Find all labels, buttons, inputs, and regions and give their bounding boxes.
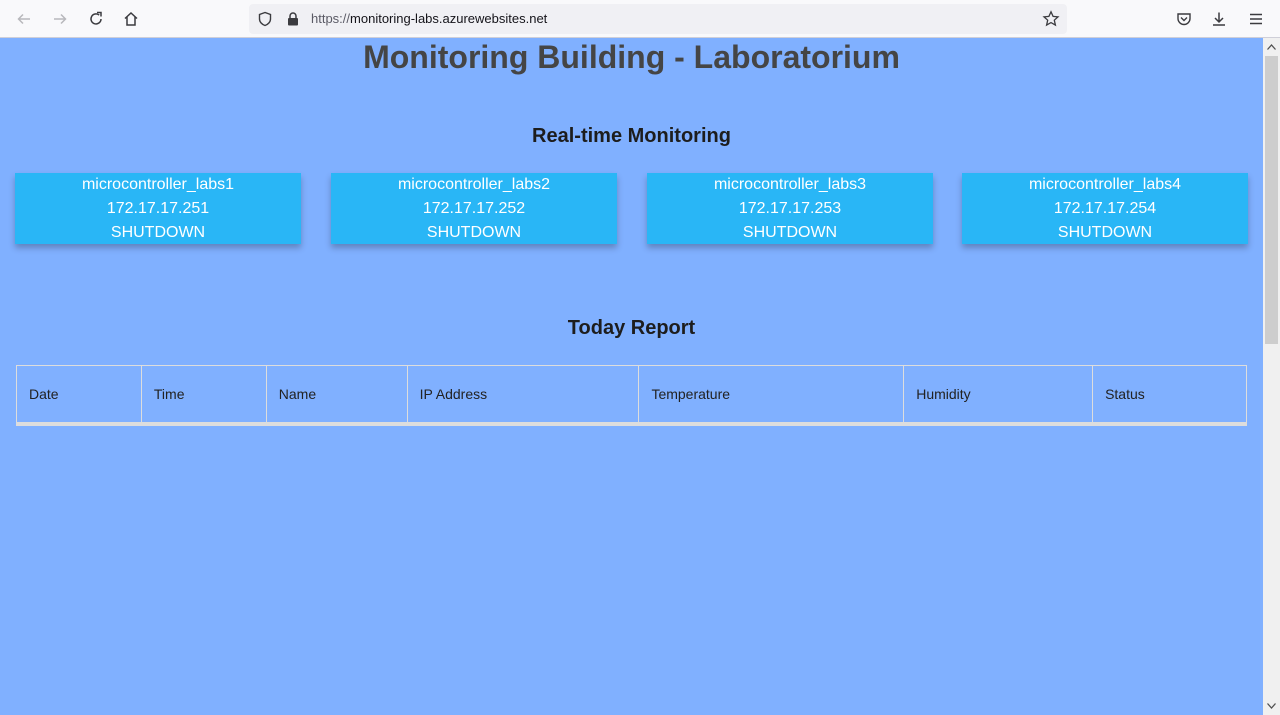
browser-toolbar: https://monitoring-labs.azurewebsites.ne… xyxy=(0,0,1280,38)
device-card: microcontroller_labs2 172.17.17.252 SHUT… xyxy=(331,173,617,244)
lock-icon[interactable] xyxy=(284,10,302,28)
report-header-row: Date Time Name IP Address Temperature Hu… xyxy=(16,365,1247,425)
back-button[interactable] xyxy=(10,5,38,33)
device-status: SHUTDOWN xyxy=(742,224,838,241)
pocket-button[interactable] xyxy=(1170,5,1198,33)
shield-icon[interactable] xyxy=(256,10,274,28)
forward-icon xyxy=(54,13,67,25)
url-host: monitoring-labs.azurewebsites.net xyxy=(350,11,548,26)
download-icon xyxy=(1213,12,1225,26)
device-ip: 172.17.17.252 xyxy=(422,200,526,217)
device-name: microcontroller_labs1 xyxy=(81,176,235,193)
device-name: microcontroller_labs3 xyxy=(713,176,867,193)
column-header-name: Name xyxy=(265,365,408,425)
forward-button[interactable] xyxy=(46,5,74,33)
device-ip: 172.17.17.251 xyxy=(106,200,210,217)
vertical-scrollbar[interactable] xyxy=(1263,38,1280,715)
column-header-ip-address: IP Address xyxy=(406,365,640,425)
home-icon xyxy=(124,11,138,26)
realtime-heading: Real-time Monitoring xyxy=(532,125,731,147)
reload-button[interactable] xyxy=(82,5,110,33)
column-header-temperature: Temperature xyxy=(638,365,905,425)
page-title: Monitoring Building - Laboratorium xyxy=(363,39,900,75)
device-card: microcontroller_labs3 172.17.17.253 SHUT… xyxy=(647,173,933,244)
url-bar[interactable]: https://monitoring-labs.azurewebsites.ne… xyxy=(249,4,1067,34)
scroll-down-icon[interactable] xyxy=(1267,701,1276,710)
device-card: microcontroller_labs4 172.17.17.254 SHUT… xyxy=(962,173,1248,244)
device-status: SHUTDOWN xyxy=(1057,224,1153,241)
scroll-up-icon[interactable] xyxy=(1267,42,1276,51)
download-button[interactable] xyxy=(1205,5,1233,33)
column-header-date: Date xyxy=(16,365,142,425)
column-header-time: Time xyxy=(140,365,267,425)
report-heading: Today Report xyxy=(567,317,696,339)
menu-icon xyxy=(1250,13,1262,25)
page-viewport: Monitoring Building - Laboratorium Real-… xyxy=(0,38,1263,715)
device-ip: 172.17.17.253 xyxy=(738,200,842,217)
device-card: microcontroller_labs1 172.17.17.251 SHUT… xyxy=(15,173,301,244)
menu-button[interactable] xyxy=(1242,5,1270,33)
scroll-thumb[interactable] xyxy=(1265,56,1278,344)
star-icon[interactable] xyxy=(1042,10,1060,28)
device-status: SHUTDOWN xyxy=(426,224,522,241)
column-header-humidity: Humidity xyxy=(903,365,1094,425)
report-table: Date Time Name IP Address Temperature Hu… xyxy=(16,365,1247,426)
device-ip: 172.17.17.254 xyxy=(1053,200,1157,217)
device-status: SHUTDOWN xyxy=(110,224,206,241)
device-name: microcontroller_labs4 xyxy=(1028,176,1182,193)
column-header-status: Status xyxy=(1092,365,1247,425)
back-icon xyxy=(17,13,30,25)
url-scheme: https:// xyxy=(311,11,351,26)
device-name: microcontroller_labs2 xyxy=(397,176,551,193)
reload-icon xyxy=(90,11,102,25)
home-button[interactable] xyxy=(117,5,145,33)
url-text[interactable]: https://monitoring-labs.azurewebsites.ne… xyxy=(311,11,547,26)
pocket-icon xyxy=(1177,13,1191,26)
